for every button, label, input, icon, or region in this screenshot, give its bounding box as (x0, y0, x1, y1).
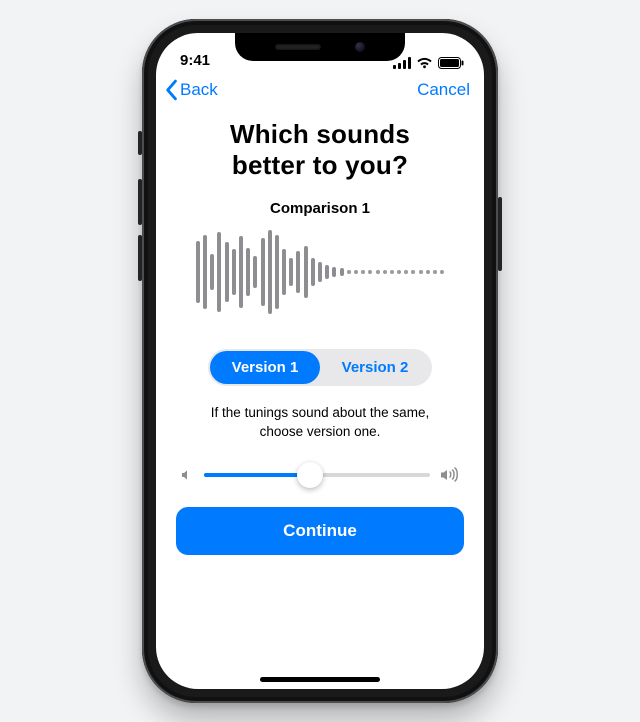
waveform-bar (332, 267, 336, 277)
waveform-bar (340, 268, 344, 276)
notch (235, 33, 405, 61)
cellular-icon (393, 57, 411, 69)
waveform-dot (368, 270, 372, 274)
waveform-bar (203, 235, 207, 309)
volume-low-icon (180, 468, 194, 482)
waveform-bar (296, 251, 300, 293)
hint-line-2: choose version one. (260, 424, 381, 439)
wifi-icon (416, 57, 433, 69)
status-time: 9:41 (180, 52, 210, 69)
volume-high-icon (440, 467, 460, 483)
waveform-bar (268, 230, 272, 314)
comparison-label: Comparison 1 (176, 200, 464, 217)
waveform-bar (246, 248, 250, 296)
segment-version-2[interactable]: Version 2 (320, 351, 430, 384)
segment-version-1[interactable]: Version 1 (210, 351, 320, 384)
waveform-bar (282, 249, 286, 295)
phone-body: 9:41 (142, 19, 498, 703)
back-button[interactable]: Back (164, 79, 218, 101)
volume-slider[interactable] (204, 473, 430, 477)
continue-button[interactable]: Continue (176, 507, 464, 555)
waveform-bar (210, 254, 214, 290)
segment-version-2-label: Version 2 (342, 359, 409, 376)
waveform-dot (397, 270, 401, 274)
waveform-dot (390, 270, 394, 274)
hint-text: If the tunings sound about the same, cho… (190, 404, 450, 440)
waveform-bar (217, 232, 221, 312)
waveform-bar (311, 258, 315, 286)
screen: 9:41 (156, 33, 484, 689)
volume-slider-thumb[interactable] (297, 462, 323, 488)
waveform-dot (383, 270, 387, 274)
waveform-bar (196, 241, 200, 303)
segment-version-1-label: Version 1 (232, 359, 299, 376)
nav-bar: Back Cancel (156, 71, 484, 101)
hint-line-1: If the tunings sound about the same, (211, 405, 429, 420)
phone-frame: 9:41 (142, 19, 498, 703)
home-indicator[interactable] (260, 677, 380, 682)
front-camera (355, 42, 365, 52)
volume-slider-row (176, 467, 464, 483)
waveform-bar (261, 238, 265, 306)
chevron-left-icon (164, 79, 178, 101)
waveform-dot (361, 270, 365, 274)
waveform-bar (325, 265, 329, 279)
page-title: Which sounds better to you? (176, 119, 464, 180)
waveform-bar (253, 256, 257, 288)
waveform-bar (275, 235, 279, 309)
status-icons (393, 57, 464, 69)
battery-icon (438, 57, 464, 69)
waveform-dot (354, 270, 358, 274)
waveform-dot (347, 270, 351, 274)
waveform-bar (289, 258, 293, 286)
waveform-bar (225, 242, 229, 302)
waveform-bar (239, 236, 243, 308)
title-line-1: Which sounds (230, 119, 410, 149)
waveform-dot (419, 270, 423, 274)
waveform-dot (440, 270, 444, 274)
waveform-bar (318, 262, 322, 282)
waveform-dot (411, 270, 415, 274)
version-segmented-control[interactable]: Version 1 Version 2 (208, 349, 432, 386)
waveform-dot (426, 270, 430, 274)
earpiece (275, 44, 321, 50)
back-label: Back (180, 80, 218, 100)
title-line-2: better to you? (232, 150, 408, 180)
waveform (176, 229, 464, 315)
waveform-bar (232, 249, 236, 295)
waveform-dot (433, 270, 437, 274)
waveform-dot (404, 270, 408, 274)
waveform-bar (304, 246, 308, 298)
power-hw-button (498, 197, 502, 271)
continue-label: Continue (283, 521, 357, 540)
content: Which sounds better to you? Comparison 1… (156, 101, 484, 555)
cancel-button[interactable]: Cancel (417, 80, 470, 100)
waveform-dot (376, 270, 380, 274)
volume-slider-fill (204, 473, 310, 477)
